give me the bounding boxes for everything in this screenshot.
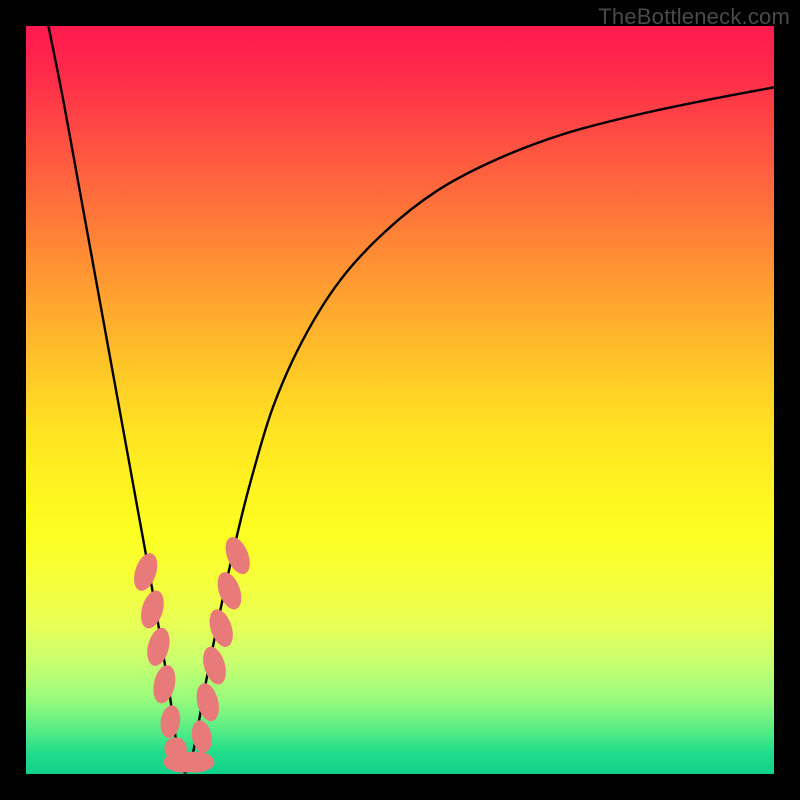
watermark-text: TheBottleneck.com xyxy=(598,4,790,30)
highlight-dot xyxy=(205,606,237,649)
highlight-dot xyxy=(150,663,179,705)
outer-frame: TheBottleneck.com xyxy=(0,0,800,800)
highlight-dot xyxy=(176,752,215,773)
plot-area xyxy=(26,26,774,774)
highlight-dot xyxy=(193,681,223,724)
highlight-dot xyxy=(144,625,174,668)
marker-group xyxy=(130,534,255,773)
highlight-dot xyxy=(137,588,168,631)
highlight-dot xyxy=(199,644,230,687)
highlight-dot xyxy=(158,704,182,739)
chart-svg xyxy=(26,26,774,774)
highlight-dot xyxy=(221,534,255,578)
highlight-dot xyxy=(130,550,162,593)
highlight-dot xyxy=(213,569,246,613)
